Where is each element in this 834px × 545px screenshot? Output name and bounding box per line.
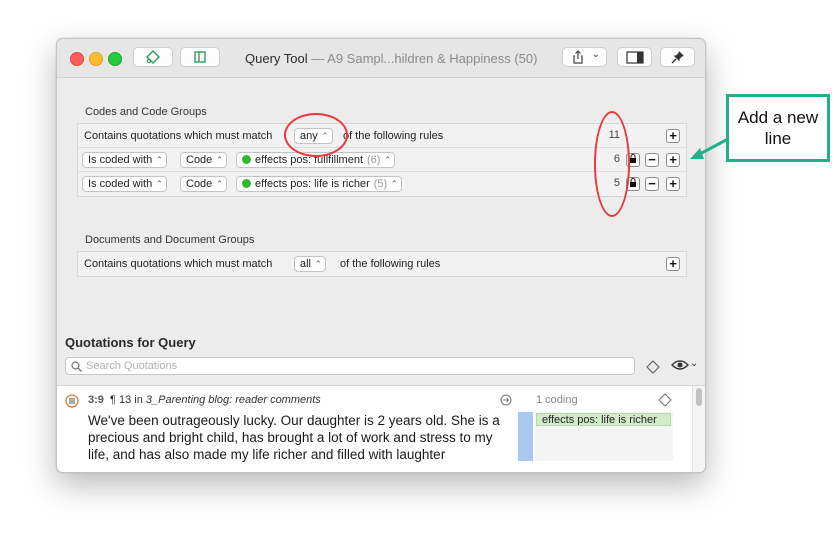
rule-operator-label: Is coded with [88, 178, 153, 190]
add-rule-button[interactable]: + [666, 177, 680, 191]
quotation-paragraph: ¶ 13 in [110, 394, 143, 406]
documents-rules-box: Contains quotations which must match all… [77, 251, 687, 277]
rule-type-select[interactable]: Code [180, 152, 228, 168]
rule-code-label: effects pos: life is richer [255, 178, 370, 190]
remove-rule-button[interactable]: − [645, 153, 659, 167]
zoom-window-button[interactable] [108, 52, 122, 66]
quotations-heading: Quotations for Query [65, 335, 196, 350]
title-bar: Query Tool — A9 Sampl...hildren & Happin… [57, 39, 705, 78]
quotation-document: 3_Parenting blog: reader comments [145, 394, 321, 406]
pin-button[interactable] [660, 47, 695, 67]
rule-code-count: (6) [367, 154, 381, 166]
quotation-text: We've been outrageously lucky. Our daugh… [88, 413, 500, 462]
rule-operator-label: Is coded with [88, 154, 153, 166]
view-options-button[interactable]: ⌄ [671, 358, 701, 374]
documents-match-row: Contains quotations which must match all… [78, 252, 686, 276]
chevron-down-icon: ⌄ [690, 358, 699, 369]
codes-match-suffix: of the following rules [343, 130, 444, 142]
eye-icon [671, 360, 689, 370]
quotation-coding-count: 1 coding [536, 394, 578, 406]
quotation-list-scrollbar[interactable] [692, 386, 705, 472]
codes-match-prefix: Contains quotations which must match [84, 130, 273, 142]
quotation-meta: 3:9 ¶ 13 in 3_Parenting blog: reader com… [88, 394, 321, 406]
share-icon [573, 50, 583, 64]
remove-rule-button[interactable]: − [645, 177, 659, 191]
search-quotations-input[interactable] [86, 359, 626, 373]
lock-icon [630, 154, 636, 163]
query-tool-window: Query Tool — A9 Sampl...hildren & Happin… [56, 38, 706, 473]
pin-icon [671, 51, 684, 64]
sidebar-toggle-button[interactable] [617, 47, 652, 67]
rule-code-count: (5) [373, 178, 388, 190]
sidebar-icon [625, 50, 644, 64]
code-filter-diamond-icon[interactable] [646, 360, 660, 374]
rule-operator-select[interactable]: Is coded with [82, 152, 168, 168]
codes-section-label: Codes and Code Groups [85, 106, 207, 118]
highlight-circle-match-select [284, 113, 348, 157]
rule-operator-select[interactable]: Is coded with [82, 176, 168, 192]
annotation-callout: Add a new line [726, 94, 830, 162]
quotation-list: 3:9 ¶ 13 in 3_Parenting blog: reader com… [57, 385, 705, 472]
documents-match-suffix: of the following rules [340, 258, 441, 270]
rule-code-select[interactable]: effects pos: life is richer (5) [236, 176, 403, 192]
document-tool-button[interactable] [180, 47, 220, 67]
code-tag[interactable]: effects pos: life is richer [536, 413, 671, 426]
callout-arrow-icon [690, 137, 729, 159]
code-tool-button[interactable] [133, 47, 173, 67]
add-document-rule-button[interactable]: + [666, 257, 680, 271]
window-title: Query Tool — A9 Sampl...hildren & Happin… [245, 51, 537, 66]
scrollbar-thumb[interactable] [696, 388, 702, 406]
chevron-down-icon: ⌄ [591, 49, 600, 60]
quotation-icon [65, 394, 79, 408]
window-title-project: — A9 Sampl...hildren & Happiness (50) [311, 51, 538, 66]
documents-match-select[interactable]: all [294, 256, 327, 272]
rule-type-label: Code [186, 154, 213, 166]
minimize-window-button[interactable] [89, 52, 103, 66]
code-color-dot [242, 179, 251, 188]
close-window-button[interactable] [70, 52, 84, 66]
window-title-text: Query Tool [245, 51, 308, 66]
rule-type-label: Code [186, 178, 213, 190]
search-quotations-field[interactable] [65, 357, 635, 375]
highlight-circle-counts [594, 111, 630, 217]
quotation-id: 3:9 [88, 394, 104, 406]
documents-section-label: Documents and Document Groups [85, 234, 255, 246]
add-code-diamond-icon[interactable] [658, 393, 672, 407]
go-to-quotation-icon[interactable] [500, 394, 512, 406]
rule-type-select[interactable]: Code [180, 176, 228, 192]
share-menu-button[interactable]: ⌄ [562, 47, 607, 67]
lock-icon [630, 178, 636, 187]
add-rule-button[interactable]: + [666, 153, 680, 167]
diamond-code-icon [146, 50, 160, 64]
coding-bracket [518, 412, 533, 461]
document-pane-icon [194, 51, 206, 63]
add-rule-button[interactable]: + [666, 129, 680, 143]
documents-match-prefix: Contains quotations which must match [84, 258, 273, 270]
code-color-dot [242, 155, 251, 164]
search-icon [71, 361, 82, 372]
